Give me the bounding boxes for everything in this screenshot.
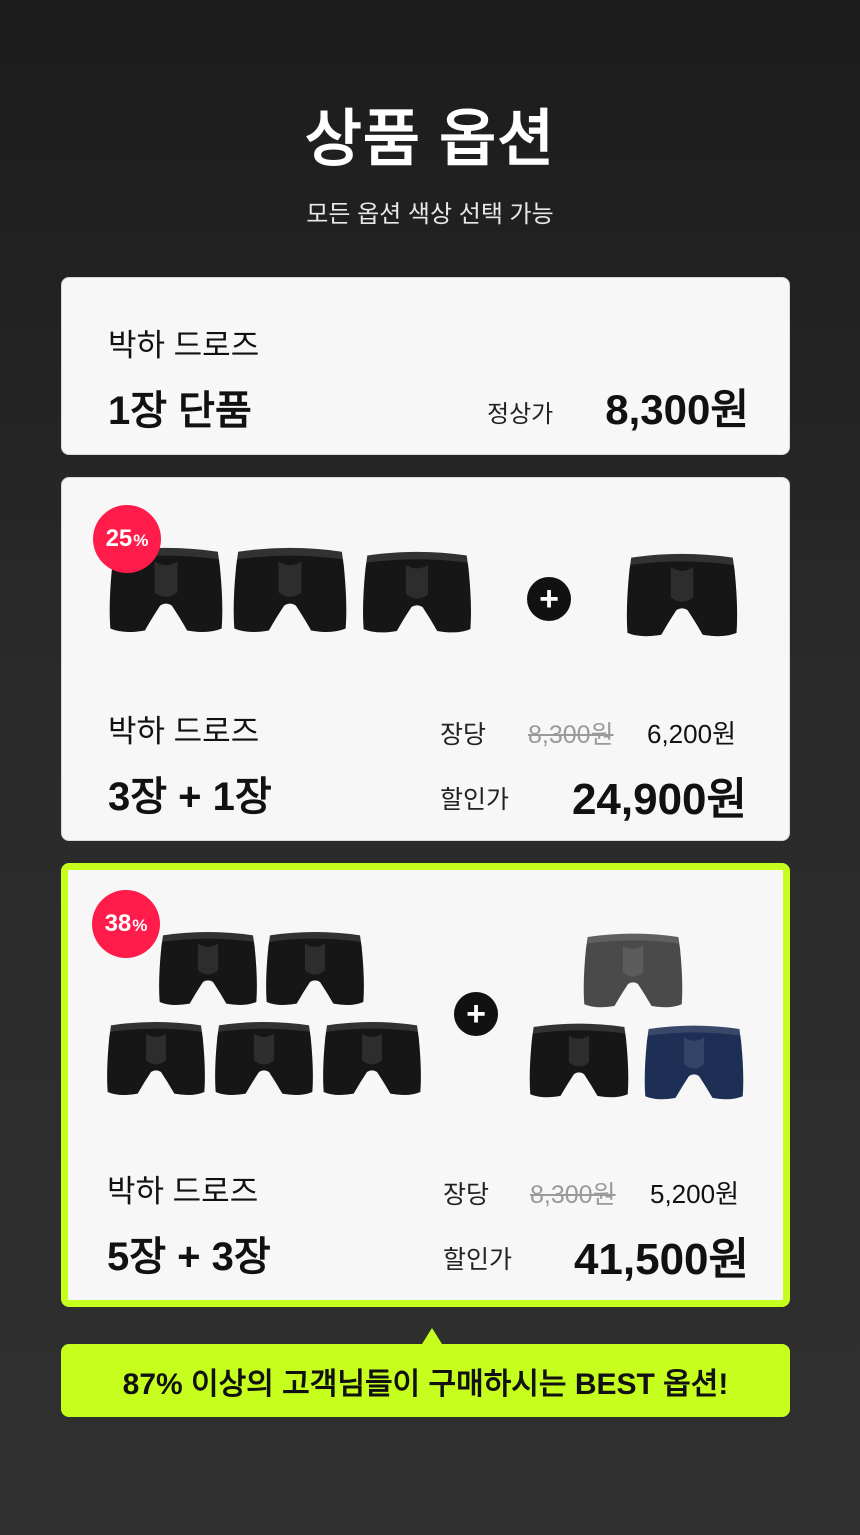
price-label: 정상가 [487, 401, 554, 428]
unit-price: 6,200원 [647, 719, 736, 749]
plus-icon: + [454, 992, 498, 1036]
option-quantity: 3장 + 1장 [108, 775, 272, 819]
sale-price-label: 할인가 [440, 786, 510, 814]
callout-pointer [422, 1328, 442, 1344]
product-name: 박하 드로즈 [108, 328, 260, 363]
brief-image [265, 930, 365, 1014]
option-card-5plus3[interactable]: + 38% 박하 드로즈 5장 + 3장 장당 8,300원 5,200원 할인… [61, 863, 790, 1307]
brief-image-navy [643, 1024, 745, 1108]
product-name: 박하 드로즈 [107, 1174, 259, 1209]
discount-value: 38 [104, 910, 132, 937]
sale-price-label: 할인가 [443, 1246, 513, 1274]
discount-badge: 38% [92, 890, 160, 958]
product-name: 박하 드로즈 [108, 714, 260, 749]
brief-image [528, 1022, 630, 1106]
brief-image [106, 1020, 206, 1104]
per-unit-label: 장당 [443, 1181, 490, 1209]
original-price: 8,300원 [530, 1181, 616, 1209]
brief-image [232, 546, 348, 642]
total-price: 41,500원 [573, 1235, 749, 1284]
callout-text: 87% 이상의 고객님들이 구매하시는 BEST 옵션! [122, 1367, 729, 1401]
price: 8,300원 [605, 386, 749, 433]
brief-image [359, 550, 475, 642]
unit-price: 5,200원 [650, 1179, 739, 1209]
brief-image [623, 552, 741, 646]
discount-value: 25 [105, 525, 133, 552]
best-option-callout: 87% 이상의 고객님들이 구매하시는 BEST 옵션! [61, 1344, 790, 1417]
option-card-single[interactable]: 박하 드로즈 1장 단품 정상가 8,300원 [61, 277, 790, 455]
page-title: 상품 옵션 [304, 105, 556, 174]
total-price: 24,900원 [571, 775, 747, 824]
discount-unit: % [133, 531, 149, 550]
brief-image [322, 1020, 422, 1104]
brief-image [158, 930, 258, 1014]
discount-badge: 25% [93, 505, 161, 573]
option-card-3plus1[interactable]: + 25% 박하 드로즈 3장 + 1장 장당 8,300원 6,200원 할인… [61, 477, 790, 841]
brief-image-gray [582, 932, 684, 1016]
brief-image [214, 1020, 314, 1104]
original-price: 8,300원 [528, 721, 614, 749]
plus-icon: + [527, 577, 571, 621]
per-unit-label: 장당 [440, 721, 487, 749]
option-quantity: 1장 단품 [108, 389, 252, 433]
discount-unit: % [132, 916, 148, 935]
option-quantity: 5장 + 3장 [107, 1235, 271, 1279]
header: 상품 옵션 모든 옵션 색상 선택 가능 [0, 100, 860, 230]
page-subtitle: 모든 옵션 색상 선택 가능 [306, 201, 554, 228]
